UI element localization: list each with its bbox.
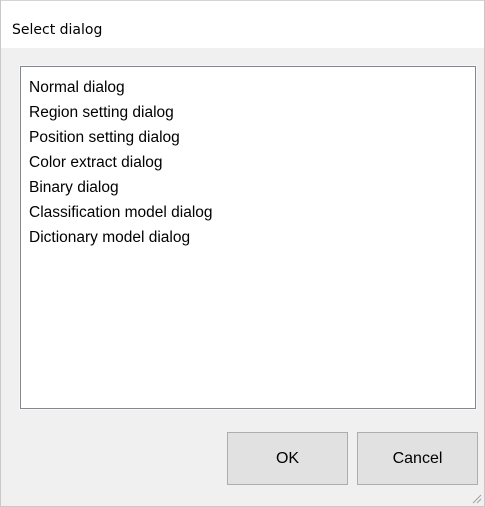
select-dialog-window: Select dialog Normal dialog Region setti… [0,0,485,507]
ok-button[interactable]: OK [227,432,348,485]
list-item-dictionary-model-dialog[interactable]: Dictionary model dialog [29,225,475,250]
dialog-type-list: Normal dialog Region setting dialog Posi… [21,67,475,250]
list-item-region-setting-dialog[interactable]: Region setting dialog [29,100,475,125]
list-item-color-extract-dialog[interactable]: Color extract dialog [29,150,475,175]
list-item-binary-dialog[interactable]: Binary dialog [29,175,475,200]
list-item-normal-dialog[interactable]: Normal dialog [29,75,475,100]
window-title: Select dialog [12,22,103,38]
dialog-type-listbox[interactable]: Normal dialog Region setting dialog Posi… [19,65,477,410]
title-bar[interactable]: Select dialog [1,0,484,48]
resize-grip-icon[interactable] [470,492,482,504]
list-item-classification-model-dialog[interactable]: Classification model dialog [29,200,475,225]
cancel-button[interactable]: Cancel [357,432,478,485]
list-item-position-setting-dialog[interactable]: Position setting dialog [29,125,475,150]
